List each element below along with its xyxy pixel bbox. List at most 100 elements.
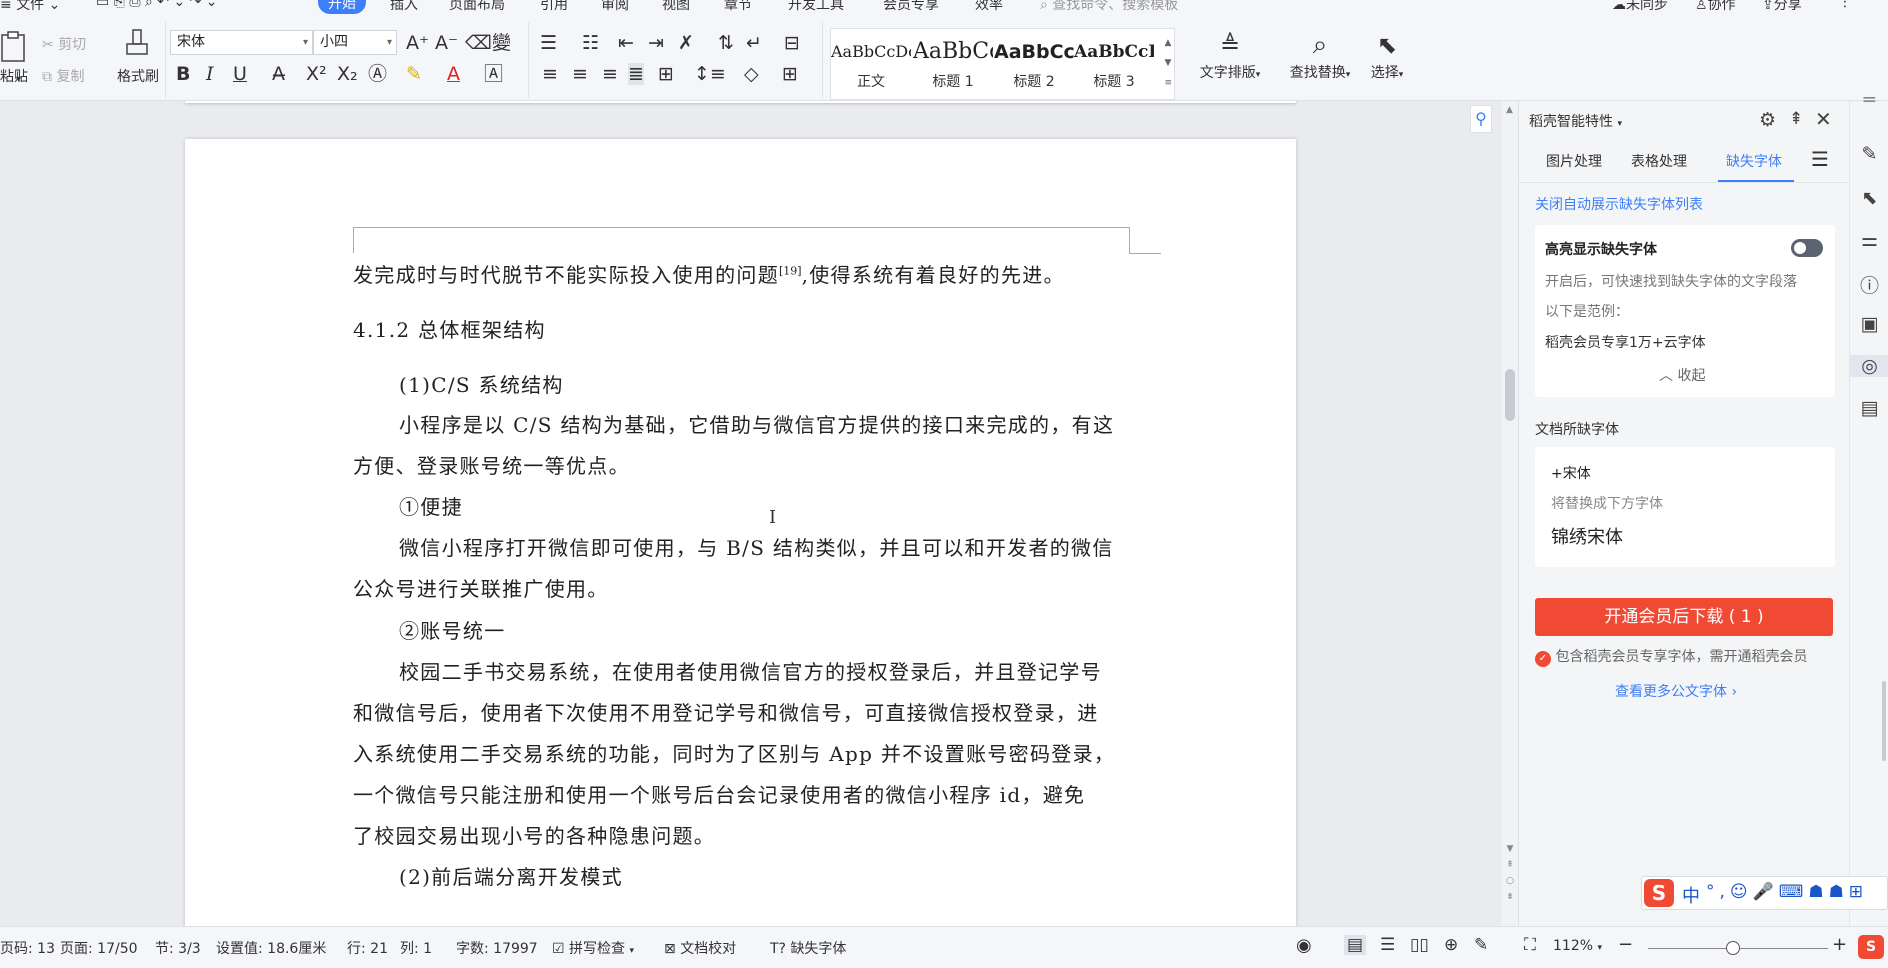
page-view-icon[interactable]: ▤ [1344,935,1367,955]
align-left-icon[interactable]: ≡ [542,63,558,85]
zoom-level[interactable]: 112% ▾ [1553,938,1602,954]
tab-chapter[interactable]: 章节 [724,0,752,14]
cut-button[interactable]: ✂ 剪切 [42,34,86,54]
replacement-font-name[interactable]: 锦绣宋体 [1551,523,1623,549]
quick-access-icons[interactable]: ▭ ⎘ ⎙ ⌕ ↶ ⌄ ↷ ⌄ [96,0,218,10]
status-row[interactable]: 行: 21 [347,938,388,958]
decrease-indent-icon[interactable]: ⇤ [618,32,634,54]
ime-mode[interactable]: 中 [1682,882,1700,908]
close-icon[interactable]: ✕ [1815,107,1832,131]
missing-font-status-button[interactable]: T? 缺失字体 [770,938,846,958]
subscript-icon[interactable]: X₂ [337,63,358,85]
highlight-toggle[interactable] [1791,239,1823,257]
reading-view-icon[interactable]: ▯▯ [1410,935,1429,955]
borders-icon[interactable]: ⊞ [782,63,798,85]
char-border-icon[interactable]: 🄰 [484,63,503,85]
zoom-out-icon[interactable]: − [1618,934,1633,955]
tab-home[interactable]: 开始 [318,0,366,14]
book-icon[interactable]: ▤ [1850,397,1888,419]
status-word-count[interactable]: 字数: 17997 [456,938,538,958]
help-icon[interactable]: ⓘ [1850,271,1888,298]
scrollbar-thumb[interactable] [1505,369,1515,421]
sogou-tray-icon[interactable]: S [1858,935,1884,959]
status-section[interactable]: 节: 3/3 [155,938,201,958]
tab-image-processing[interactable]: 图片处理 [1546,151,1602,171]
tab-developer[interactable]: 开发工具 [788,0,844,14]
style-normal[interactable]: AaBbCcDc 正文 [831,29,911,99]
font-size-select[interactable]: 小四 ▾ [313,30,397,55]
menu-icon[interactable]: ☰ [1811,147,1829,171]
file-menu[interactable]: ≡ 文件 ⌄ [0,0,60,14]
text-effect-icon[interactable]: Ⓐ [368,63,387,85]
panel-scroll-thumb[interactable] [1882,681,1886,761]
select-button[interactable]: ⬉ 选择▾ [1362,28,1412,82]
panel-title[interactable]: 稻壳智能特性 ▾ [1529,111,1622,131]
smart-feature-icon[interactable]: ◎ [1850,355,1888,377]
download-fonts-button[interactable]: 开通会员后下载 ( 1 ) [1535,598,1833,636]
status-page[interactable]: 页面: 17/50 [60,938,138,958]
paste-dropdown-icon[interactable]: ▾ [16,74,21,85]
increase-indent-icon[interactable]: ⇥ [648,32,664,54]
document-canvas[interactable]: 发完成时与时代脱节不能实际投入使用的问题[19],使得系统有着良好的先进。 4.… [0,101,1506,926]
tab-references[interactable]: 引用 [540,0,568,14]
location-pin[interactable]: ⚲ [1456,101,1502,137]
status-setting[interactable]: 设置值: 18.6厘米 [216,938,326,958]
tab-page-layout[interactable]: 页面布局 [449,0,505,14]
pen-icon[interactable]: ✎ [1850,143,1888,165]
numbered-list-icon[interactable]: ☷ [582,32,599,54]
tab-view[interactable]: 视图 [662,0,690,14]
status-col[interactable]: 列: 1 [400,938,432,958]
justify-icon[interactable]: ≣ [628,63,644,85]
highlight-icon[interactable]: ✎ [406,63,422,85]
tab-insert[interactable]: 插入 [390,0,418,14]
status-page-code[interactable]: 页码: 13 [0,938,55,958]
line-spacing-icon[interactable]: ↕≡ [694,63,726,85]
spell-check-button[interactable]: ☑ 拼写检查 ▾ [552,938,634,958]
zoom-in-icon[interactable]: + [1832,934,1847,955]
write-view-icon[interactable]: ✎ [1474,935,1488,955]
tab-missing-fonts[interactable]: 缺失字体 [1726,151,1782,171]
collapse-icon[interactable]: ═ [1850,89,1888,111]
sort-icon[interactable]: ⇅ [718,32,734,54]
more-menu-icon[interactable]: ⋮ [1838,0,1852,10]
bold-icon[interactable]: B [176,63,190,85]
more-fonts-link[interactable]: 查看更多公文字体 › [1615,681,1737,701]
strikethrough-icon[interactable]: A̶ [272,63,285,85]
page-nav-icons[interactable]: ▼ ⇞ ○ ⇟ [1505,841,1515,905]
align-center-icon[interactable]: ≡ [572,63,588,85]
align-right-icon[interactable]: ≡ [602,63,618,85]
close-auto-list-link[interactable]: 关闭自动展示缺失字体列表 [1535,194,1703,214]
show-marks-icon[interactable]: ↵ [746,32,762,54]
document-scrollbar[interactable]: ▲ ▼ ⇞ ○ ⇟ [1502,101,1518,926]
tab-review[interactable]: 审阅 [601,0,629,14]
pin-icon[interactable]: ⇞ [1789,109,1803,129]
collab-button[interactable]: ♙协作 [1695,0,1736,14]
collapse-button[interactable]: ︿ 收起 [1659,365,1705,385]
underline-icon[interactable]: U [233,63,247,85]
web-view-icon[interactable]: ⊕ [1444,935,1458,955]
sync-status[interactable]: ☁未同步 [1612,0,1668,14]
pointer-icon[interactable]: ⬉ [1850,187,1888,209]
image-tool-icon[interactable]: ▣ [1850,313,1888,335]
bullet-list-icon[interactable]: ☰ [540,32,557,54]
eye-protect-icon[interactable]: ◉ [1296,935,1312,956]
chinese-layout-icon[interactable]: ✗ [678,32,694,54]
styles-scroll-icon[interactable]: ▲ ▼ ≡ [1164,33,1172,93]
zoom-slider-handle[interactable] [1726,941,1740,955]
scroll-up-icon[interactable]: ▲ [1506,105,1513,115]
copy-button[interactable]: ⧉ 复制 [42,66,84,86]
fit-page-icon[interactable]: ⛶ [1524,935,1536,955]
italic-icon[interactable]: I [206,63,214,85]
grow-font-icon[interactable]: A⁺ [406,32,429,54]
style-heading-2[interactable]: AaBbCcI 标题 2 [994,29,1074,99]
document-page[interactable]: 发完成时与时代脱节不能实际投入使用的问题[19],使得系统有着良好的先进。 4.… [185,139,1296,926]
paste-button[interactable] [0,30,30,66]
share-button[interactable]: ⇪分享 [1762,0,1802,14]
tab-table-processing[interactable]: 表格处理 [1631,151,1687,171]
proofread-button[interactable]: ⊠ 文档校对 [664,938,736,958]
tab-stops-icon[interactable]: ⊟ [784,32,800,54]
style-heading-3[interactable]: AaBbCcDc 标题 3 [1074,29,1154,99]
command-search[interactable]: ⌕ 查找命令、搜索模板 [1040,0,1178,14]
find-replace-button[interactable]: ⌕ 查找替换▾ [1282,28,1358,82]
clear-format-icon[interactable]: ⌫ [465,32,492,54]
